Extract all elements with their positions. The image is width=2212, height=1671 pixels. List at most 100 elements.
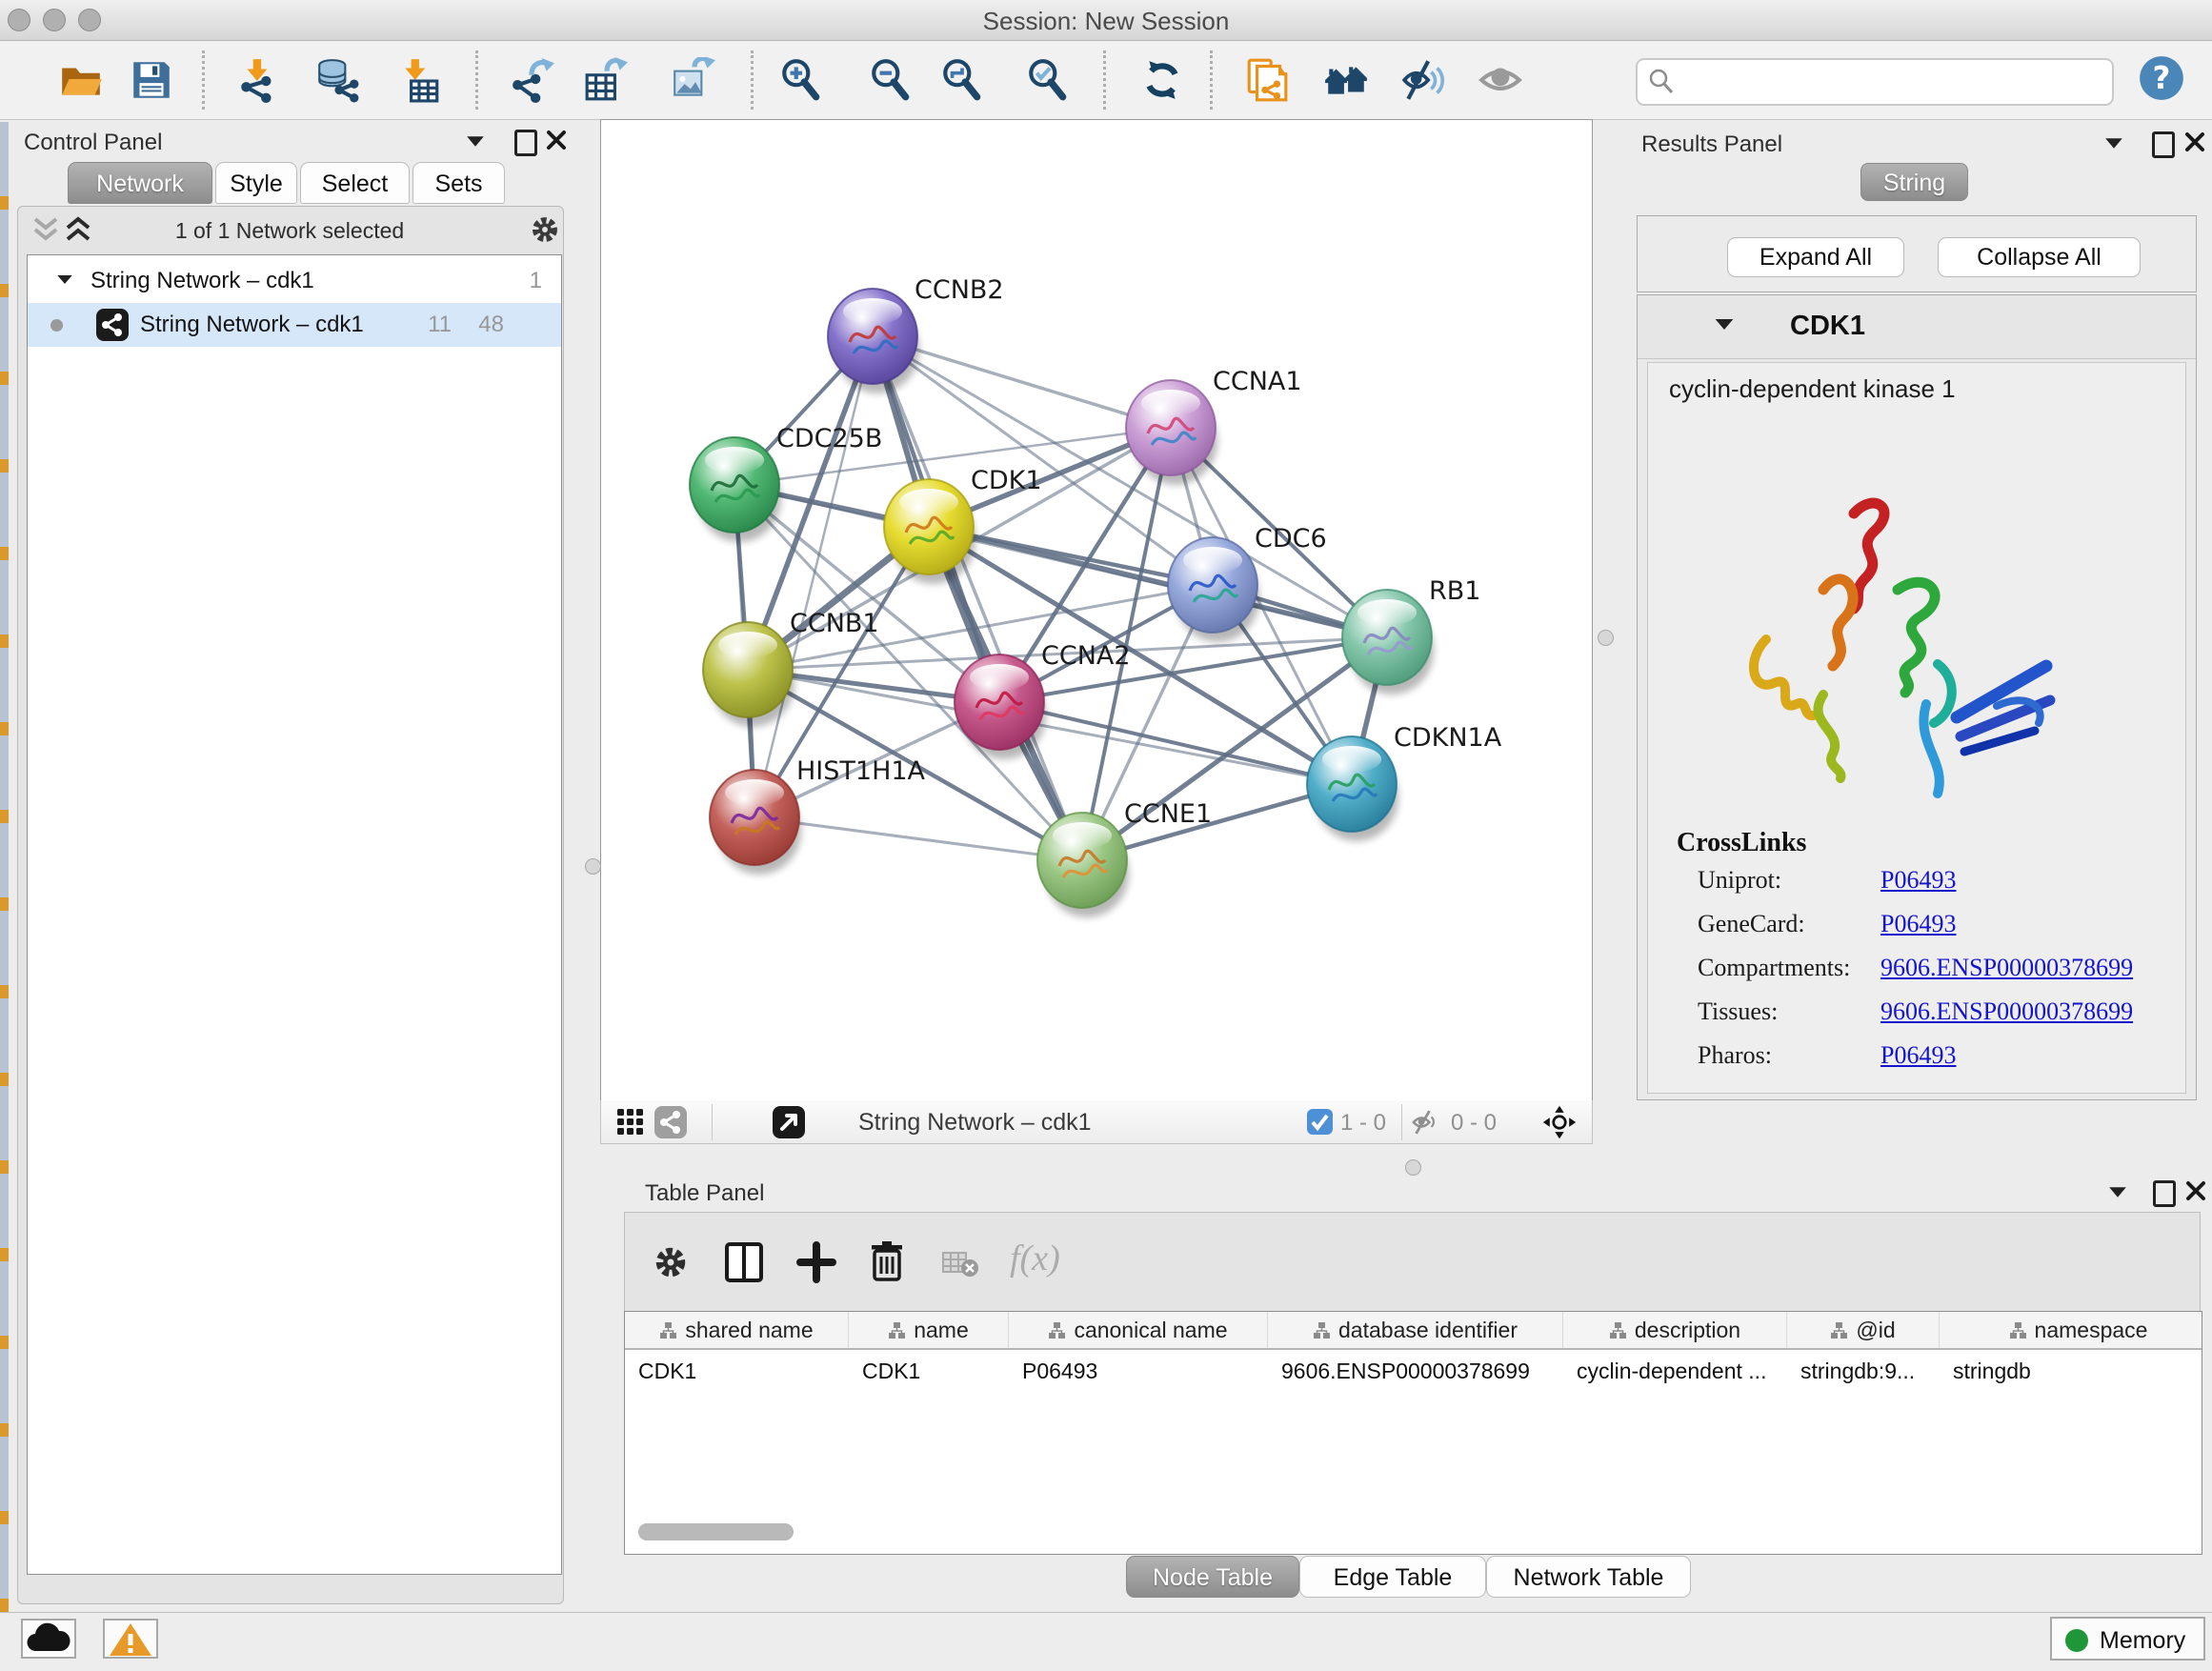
tab-network[interactable]: Network — [68, 162, 212, 204]
table-panel: Table Panel f(x) shared namenamecanonica… — [619, 1175, 2212, 1612]
control-panel-float-icon[interactable] — [514, 130, 537, 156]
network-node-CCNA2[interactable]: CCNA2 — [955, 641, 1131, 759]
birds-eye-icon[interactable] — [1542, 1105, 1577, 1139]
cdk1-expander-icon[interactable] — [1716, 319, 1734, 330]
tab-edge-table[interactable]: Edge Table — [1299, 1556, 1486, 1598]
table-cell: P06493 — [1009, 1350, 1268, 1393]
crosslink-link[interactable]: P06493 — [1880, 866, 1956, 895]
network-node-RB1[interactable]: RB1 — [1342, 576, 1480, 695]
network-node-CCNB1[interactable]: CCNB1 — [703, 609, 879, 727]
expand-all-networks-icon[interactable] — [64, 216, 92, 243]
network-node-CDC6[interactable]: CDC6 — [1168, 524, 1327, 642]
network-canvas[interactable]: CCNB2CCNA1CDC25BCDK1CDC6RB1CCNB1CCNA2CDK… — [600, 119, 1593, 1101]
clone-network-icon[interactable] — [1244, 57, 1290, 103]
warning-icon — [105, 1621, 156, 1659]
separator — [712, 1104, 713, 1140]
network-node-CDK1[interactable]: CDK1 — [884, 466, 1042, 584]
control-panel-collapse-icon[interactable] — [467, 136, 484, 146]
help-icon[interactable]: ? — [2138, 54, 2183, 100]
results-panel-collapse-icon[interactable] — [2105, 138, 2122, 148]
network-node-HIST1H1A[interactable]: HIST1H1A — [710, 756, 926, 875]
crosslink-link[interactable]: 9606.ENSP00000378699 — [1880, 997, 2133, 1026]
warnings-button[interactable] — [103, 1619, 158, 1659]
column-header-name[interactable]: name — [849, 1312, 1009, 1348]
tab-style[interactable]: Style — [215, 162, 297, 204]
show-columns-icon[interactable] — [724, 1241, 764, 1283]
table-toolbar: f(x) — [624, 1212, 2201, 1313]
memory-button[interactable]: Memory — [2050, 1617, 2205, 1661]
network-node-CCNE1[interactable]: CCNE1 — [1037, 799, 1212, 917]
crosslink-link[interactable]: P06493 — [1880, 910, 1956, 938]
network-row-selected[interactable]: String Network – cdk1 11 48 — [28, 303, 561, 347]
search-input[interactable] — [1679, 62, 2102, 100]
tab-sets[interactable]: Sets — [412, 162, 505, 204]
network-node-CDC25B[interactable]: CDC25B — [690, 424, 882, 542]
table-row[interactable]: CDK1CDK1P064939606.ENSP00000378699cyclin… — [625, 1350, 2202, 1393]
import-table-icon[interactable] — [397, 57, 443, 103]
show-graphics-icon[interactable] — [1478, 57, 1523, 103]
collapse-all-button[interactable]: Collapse All — [1938, 237, 2141, 277]
table-panel-float-icon[interactable] — [2153, 1180, 2176, 1207]
bottom-splitter-handle[interactable] — [1405, 1159, 1421, 1176]
zoom-in-icon[interactable] — [778, 57, 824, 103]
export-image-icon[interactable] — [671, 57, 716, 103]
cdk1-section-header[interactable]: CDK1 — [1638, 295, 2196, 359]
node-table[interactable]: shared namenamecanonical namedatabase id… — [624, 1311, 2202, 1555]
selected-checkbox-icon[interactable] — [1307, 1109, 1333, 1135]
tab-network-table[interactable]: Network Table — [1486, 1556, 1691, 1598]
tab-node-table[interactable]: Node Table — [1126, 1556, 1299, 1598]
network-edge[interactable] — [754, 817, 1082, 860]
create-column-icon[interactable] — [796, 1241, 836, 1283]
collapse-all-networks-icon[interactable] — [31, 216, 60, 243]
left-splitter-handle[interactable] — [585, 858, 601, 875]
column-header-description[interactable]: description — [1563, 1312, 1787, 1348]
network-options-gear-icon[interactable] — [529, 213, 561, 246]
network-node-CDKN1A[interactable]: CDKN1A — [1307, 723, 1502, 841]
collection-expander-icon[interactable] — [57, 275, 71, 284]
memory-status-dot — [2065, 1629, 2088, 1652]
detach-view-icon[interactable] — [773, 1106, 805, 1138]
column-header-canonical-name[interactable]: canonical name — [1009, 1312, 1268, 1348]
cloud-button[interactable] — [21, 1619, 76, 1659]
export-network-icon[interactable] — [510, 57, 555, 103]
open-session-icon[interactable] — [58, 57, 104, 103]
expand-all-button[interactable]: Expand All — [1727, 237, 1904, 277]
grid-view-icon[interactable] — [616, 1108, 645, 1137]
network-edge[interactable] — [999, 702, 1352, 784]
tab-select[interactable]: Select — [300, 162, 410, 204]
import-network-database-icon[interactable] — [314, 57, 360, 103]
crosslink-label: Tissues: — [1698, 997, 1778, 1026]
results-panel-float-icon[interactable] — [2152, 131, 2175, 158]
results-panel-close-icon[interactable] — [2184, 131, 2205, 152]
right-splitter-handle[interactable] — [1598, 630, 1614, 646]
table-options-gear-icon[interactable] — [652, 1243, 690, 1281]
delete-column-icon[interactable] — [867, 1239, 907, 1283]
tab-string[interactable]: String — [1860, 163, 1968, 201]
export-table-icon[interactable] — [583, 57, 629, 103]
zoom-selected-icon[interactable] — [1025, 57, 1071, 103]
column-header-database-identifier[interactable]: database identifier — [1268, 1312, 1563, 1348]
column-header-@id[interactable]: @id — [1787, 1312, 1940, 1348]
crosslinks-title: CrossLinks — [1677, 828, 1806, 858]
save-session-icon[interactable] — [129, 57, 174, 103]
table-panel-close-icon[interactable] — [2185, 1180, 2206, 1201]
hide-unhide-icon[interactable] — [1401, 57, 1447, 103]
zoom-out-icon[interactable] — [868, 57, 914, 103]
import-network-file-icon[interactable] — [236, 57, 282, 103]
crosslink-link[interactable]: P06493 — [1880, 1041, 1956, 1070]
column-header-shared-name[interactable]: shared name — [625, 1312, 849, 1348]
crosslink-link[interactable]: 9606.ENSP00000378699 — [1880, 954, 2133, 982]
string-view-icon[interactable] — [654, 1106, 687, 1138]
column-header-namespace[interactable]: namespace — [1940, 1312, 2202, 1348]
table-hscrollbar[interactable] — [638, 1523, 794, 1540]
network-collection-row[interactable]: String Network – cdk1 1 — [28, 259, 561, 303]
zoom-fit-icon[interactable] — [939, 57, 985, 103]
refresh-icon[interactable] — [1139, 57, 1185, 103]
node-label: CDK1 — [971, 466, 1042, 495]
control-panel-close-icon[interactable] — [546, 130, 567, 151]
network-node-CCNB2[interactable]: CCNB2 — [828, 275, 1004, 393]
table-cell: cyclin-dependent ... — [1563, 1350, 1787, 1393]
home-view-icon[interactable] — [1323, 57, 1369, 103]
table-panel-collapse-icon[interactable] — [2109, 1187, 2126, 1197]
network-edge[interactable] — [754, 336, 873, 817]
